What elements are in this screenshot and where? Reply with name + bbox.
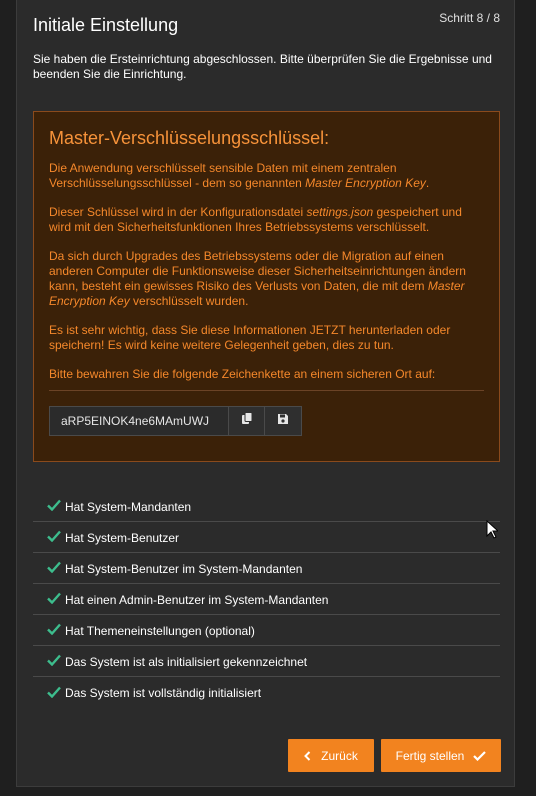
copy-key-button[interactable] bbox=[227, 407, 265, 435]
warning-emphasis: Master Encryption Key bbox=[305, 176, 426, 190]
check-icon bbox=[47, 561, 63, 576]
warning-text: Da sich durch Upgrades des Betriebssyste… bbox=[49, 249, 466, 293]
intro-text: Sie haben die Ersteinrichtung abgeschlos… bbox=[33, 52, 492, 81]
warning-heading: Master-Verschlüsselungsschlüssel: bbox=[49, 128, 330, 148]
warning-emphasis: settings.json bbox=[306, 205, 374, 219]
checklist: Hat System-Mandanten Hat System-Benutzer… bbox=[33, 492, 500, 709]
setup-dialog: Initiale Einstellung Schritt 8 / 8 Sie h… bbox=[16, 0, 515, 787]
check-icon bbox=[47, 654, 63, 669]
copy-icon bbox=[241, 412, 253, 430]
check-icon bbox=[47, 686, 63, 701]
back-button[interactable]: Zurück bbox=[288, 739, 374, 772]
list-item: Das System ist als initialisiert gekennz… bbox=[33, 647, 500, 677]
list-item: Hat Themeneinstellungen (optional) bbox=[33, 616, 500, 646]
warning-paragraph-2: Dieser Schlüssel wird in der Konfigurati… bbox=[49, 205, 484, 235]
step-indicator: Schritt 8 / 8 bbox=[439, 11, 500, 25]
list-item: Hat System-Benutzer im System-Mandanten bbox=[33, 554, 500, 584]
warning-divider bbox=[49, 390, 484, 391]
list-item-label: Hat einen Admin-Benutzer im System-Manda… bbox=[65, 592, 329, 607]
list-item: Hat einen Admin-Benutzer im System-Manda… bbox=[33, 585, 500, 615]
list-item: Hat System-Mandanten bbox=[33, 492, 500, 522]
master-key-group bbox=[49, 406, 302, 436]
list-item-label: Hat System-Mandanten bbox=[65, 499, 192, 514]
master-key-field[interactable] bbox=[50, 407, 228, 435]
warning-paragraph-4: Es ist sehr wichtig, dass Sie diese Info… bbox=[49, 323, 451, 352]
finish-button-label: Fertig stellen bbox=[395, 748, 465, 763]
mouse-cursor-icon bbox=[486, 519, 500, 545]
list-item-label: Hat System-Benutzer bbox=[65, 530, 180, 545]
warning-paragraph-1: Die Anwendung verschlüsselt sensible Dat… bbox=[49, 161, 484, 191]
page-title: Initiale Einstellung bbox=[33, 15, 179, 35]
checkmark-icon bbox=[473, 750, 487, 761]
save-key-button[interactable] bbox=[264, 407, 301, 435]
warning-text: verschlüsselt wurden. bbox=[129, 294, 249, 308]
chevron-left-icon bbox=[304, 750, 311, 761]
warning-paragraph-5: Bitte bewahren Sie die folgende Zeichenk… bbox=[49, 367, 436, 381]
finish-button[interactable]: Fertig stellen bbox=[381, 739, 501, 772]
check-icon bbox=[47, 623, 63, 638]
check-icon bbox=[47, 592, 63, 607]
list-item-label: Hat System-Benutzer im System-Mandanten bbox=[65, 561, 303, 576]
master-key-warning: Master-Verschlüsselungsschlüssel: Die An… bbox=[33, 111, 500, 462]
check-icon bbox=[47, 499, 63, 514]
back-button-label: Zurück bbox=[321, 748, 358, 763]
list-item-label: Das System ist vollständig initialisiert bbox=[65, 686, 262, 700]
list-item: Das System ist vollständig initialisiert bbox=[33, 678, 500, 708]
list-item: Hat System-Benutzer bbox=[33, 523, 500, 553]
warning-paragraph-3: Da sich durch Upgrades des Betriebssyste… bbox=[49, 249, 484, 309]
warning-text: Dieser Schlüssel wird in der Konfigurati… bbox=[49, 205, 307, 219]
save-icon bbox=[277, 412, 289, 430]
warning-text: . bbox=[425, 176, 430, 190]
list-item-label: Das System ist als initialisiert gekennz… bbox=[65, 654, 308, 669]
check-icon bbox=[47, 530, 63, 545]
list-item-label: Hat Themeneinstellungen (optional) bbox=[65, 623, 255, 638]
